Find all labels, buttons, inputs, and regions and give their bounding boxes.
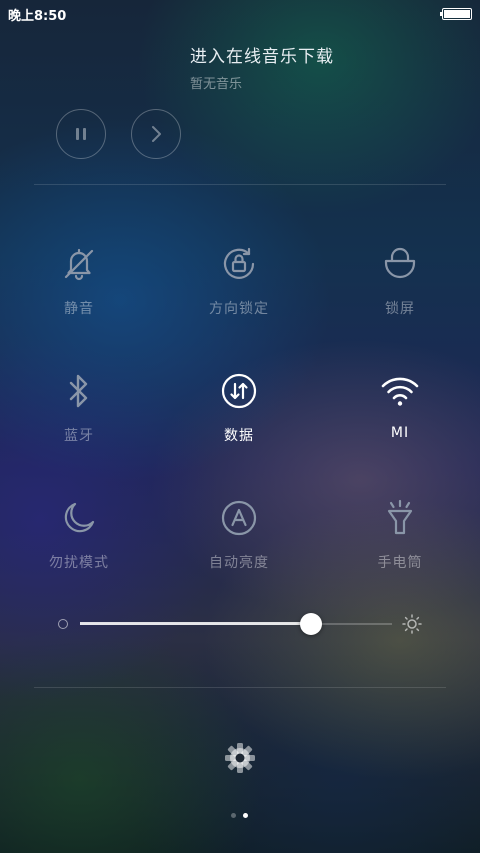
moon-icon [64, 502, 95, 533]
toggle-wifi[interactable]: MI [340, 371, 460, 441]
toggle-label: 自动亮度 [209, 555, 269, 571]
music-info[interactable]: 进入在线音乐下载 暂无音乐 [190, 42, 334, 92]
status-bar: 晚上8:50 [0, 0, 480, 28]
brightness-high-icon [402, 614, 422, 634]
toggle-label: 勿扰模式 [49, 555, 109, 571]
next-button[interactable] [131, 109, 181, 159]
music-title[interactable]: 进入在线音乐下载 [190, 42, 334, 67]
mobile-data-icon [221, 373, 257, 409]
pause-button[interactable] [56, 109, 106, 159]
toggle-label: MI [390, 425, 410, 441]
divider [34, 687, 446, 688]
toggle-label: 静音 [64, 301, 94, 317]
toggle-data[interactable]: 数据 [179, 371, 299, 445]
toggle-label: 锁屏 [385, 301, 415, 317]
auto-brightness-icon [221, 500, 257, 536]
settings-gear-icon[interactable] [222, 740, 258, 776]
toggle-label: 蓝牙 [64, 428, 94, 444]
page-indicator [231, 813, 248, 818]
toggle-label: 数据 [224, 428, 254, 444]
page-dot-active [243, 813, 248, 818]
brightness-slider[interactable] [56, 610, 426, 638]
toggle-lock-screen[interactable]: 锁屏 [340, 244, 460, 318]
toggle-mute[interactable]: 静音 [19, 244, 139, 318]
lock-icon [384, 247, 416, 279]
toggle-label: 方向锁定 [209, 301, 269, 317]
music-subtitle: 暂无音乐 [190, 77, 243, 92]
bell-off-icon [64, 248, 94, 281]
slider-fill [80, 622, 311, 625]
next-icon [152, 126, 161, 142]
page-dot [231, 813, 236, 818]
toggle-label: 手电筒 [377, 555, 423, 571]
brightness-low-icon [58, 619, 68, 629]
slider-thumb[interactable] [299, 613, 322, 635]
clock: 晚上8:50 [8, 8, 67, 24]
flashlight-icon [387, 499, 413, 535]
rotation-lock-icon [223, 247, 255, 279]
bluetooth-icon [69, 374, 88, 408]
toggle-flashlight[interactable]: 手电筒 [340, 498, 460, 572]
toggle-auto-brightness[interactable]: 自动亮度 [179, 498, 299, 572]
wifi-icon [381, 377, 419, 406]
toggle-dnd[interactable]: 勿扰模式 [19, 498, 139, 572]
toggle-bluetooth[interactable]: 蓝牙 [19, 371, 139, 445]
divider [34, 184, 446, 185]
toggle-rotation-lock[interactable]: 方向锁定 [179, 244, 299, 318]
battery-icon [440, 8, 472, 20]
pause-icon [76, 128, 86, 140]
